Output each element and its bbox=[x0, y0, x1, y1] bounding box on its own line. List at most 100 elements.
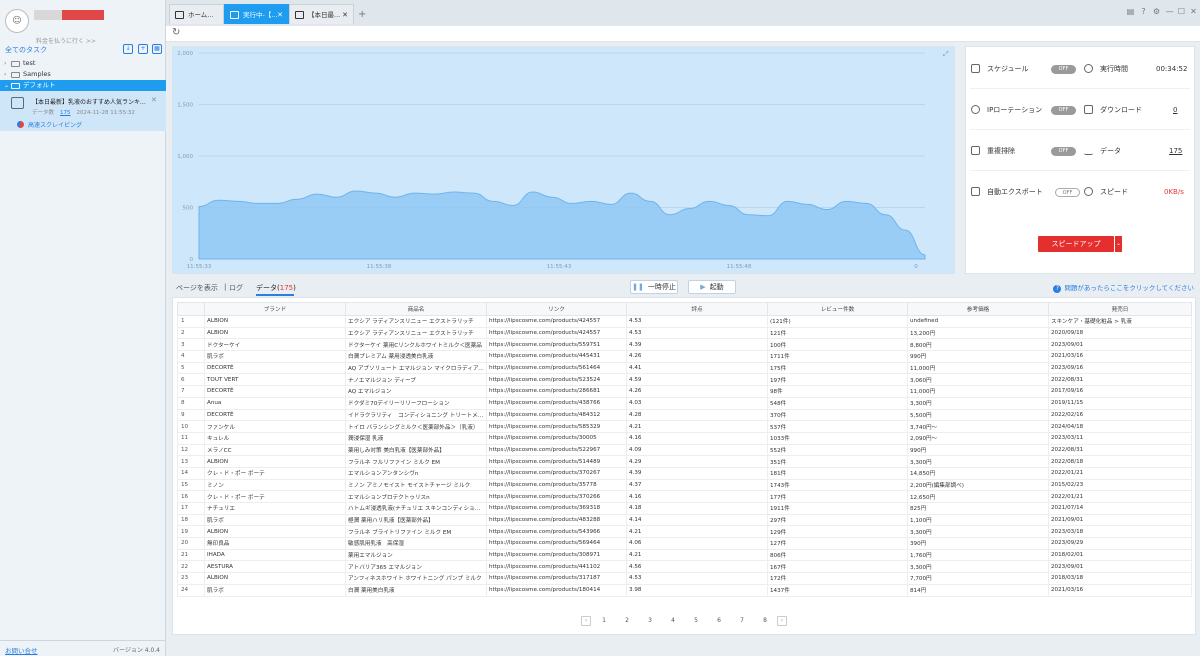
table-row[interactable]: 20 無印良品 敏感肌用乳液 高保湿 https://lipscosme.com/pr… bbox=[177, 537, 1192, 550]
save-icon[interactable]: ▤ bbox=[1126, 7, 1135, 16]
tab-running[interactable]: 実行中-【... ✕ bbox=[224, 4, 289, 24]
minimize-icon[interactable]: — bbox=[1165, 7, 1174, 16]
folder-label: test bbox=[23, 59, 36, 67]
table-cell: エマルションアンタンシヴn bbox=[345, 466, 487, 480]
robot-icon bbox=[11, 97, 24, 109]
table-row[interactable]: 17 ナチュリエ ハトムギ浸透乳液(ナチュリエ スキンコンディショニング https:… bbox=[177, 502, 1192, 515]
prev-page-button[interactable]: ‹ bbox=[581, 616, 591, 626]
table-row[interactable]: 23 ALBION アンフィネスホワイト ホワイトニング パンプ ミルク https:… bbox=[177, 572, 1192, 585]
column-header[interactable]: 評点 bbox=[626, 302, 768, 316]
grid-icon[interactable]: ▦ bbox=[152, 44, 162, 54]
table-row[interactable]: 2 ALBION エクシア ラディアンスリニュー エクストラリッチ https://l… bbox=[177, 326, 1192, 340]
page-3[interactable]: 3 bbox=[645, 616, 655, 626]
task-card[interactable]: 【本日最新】乳液のおすすめ人気ランキング ✕ データ数 175 2024-11-28… bbox=[0, 91, 166, 131]
help-icon[interactable]: ? bbox=[1139, 7, 1148, 16]
folder-default[interactable]: ⌄ デフォルト bbox=[0, 80, 166, 91]
table-row[interactable]: 8 Anua ドクダミ70デイリーリリーフローション https://lipscosm… bbox=[177, 396, 1192, 410]
start-button[interactable]: ▶ 起動 bbox=[688, 280, 736, 294]
table-cell: https://lipscosme.com/products/370267 bbox=[486, 466, 627, 480]
close-icon[interactable]: ✕ bbox=[277, 5, 283, 24]
table-cell: 2017/09/16 bbox=[1048, 385, 1192, 398]
folder-test[interactable]: › test bbox=[0, 58, 166, 69]
table-row[interactable]: 24 肌ラボ 白潤 薬用美白乳液 https://lipscosme.com/prod… bbox=[177, 583, 1192, 597]
table-cell: https://lipscosme.com/products/484312 bbox=[486, 408, 627, 422]
page-5[interactable]: 5 bbox=[691, 616, 701, 626]
speed-up-button[interactable]: スピードアップ bbox=[1038, 236, 1114, 252]
data-value[interactable]: 175 bbox=[1169, 144, 1182, 158]
column-header[interactable]: 参考価格 bbox=[907, 302, 1049, 316]
tab-task[interactable]: 【本日最... ✕ bbox=[289, 4, 354, 24]
table-row[interactable]: 9 DECORTÉ イドラクラリティ コンディショニング トリートメント https:… bbox=[177, 408, 1192, 422]
table-row[interactable]: 16 クレ・ド・ポー ボーテ エマルションプロテクトゥリスn https://lips… bbox=[177, 490, 1192, 503]
table-row[interactable]: 10 ファンケル トイロ バランシングミルク＜医薬部外品＞（乳液） https://l… bbox=[177, 420, 1192, 433]
page-2[interactable]: 2 bbox=[622, 616, 632, 626]
pause-button[interactable]: ❚❚ 一時停止 bbox=[630, 280, 678, 294]
tab-log[interactable]: ログ bbox=[229, 283, 243, 293]
tab-data[interactable]: データ(175) bbox=[256, 283, 296, 293]
table-row[interactable]: 21 IHADA 薬用エマルジョン https://lipscosme.com/pro… bbox=[177, 548, 1192, 562]
refresh-icon[interactable]: ↻ bbox=[172, 27, 180, 38]
table-row[interactable]: 22 AESTURA アトバリア365 エマルジョン https://lipscosm… bbox=[177, 560, 1192, 574]
table-cell: 12,650円 bbox=[907, 490, 1049, 503]
table-cell: 1437件 bbox=[767, 583, 908, 597]
table-row[interactable]: 7 DECORTÉ AQ エマルジョン https://lipscosme.com/p… bbox=[177, 385, 1192, 398]
column-header-index[interactable] bbox=[177, 302, 205, 316]
page-4[interactable]: 4 bbox=[668, 616, 678, 626]
all-tasks-label[interactable]: 全てのタスク bbox=[5, 45, 47, 55]
tab-page-view[interactable]: ページを表示 bbox=[176, 283, 218, 293]
gear-icon[interactable]: ⚙ bbox=[1152, 7, 1161, 16]
schedule-toggle[interactable]: OFF bbox=[1051, 65, 1076, 74]
ip-rotation-toggle[interactable]: OFF bbox=[1051, 106, 1076, 115]
table-cell: エクシア ラディアンスリニュー エクストラリッチ bbox=[345, 315, 487, 328]
column-header[interactable]: 商品名 bbox=[345, 302, 487, 316]
table-cell: https://lipscosme.com/products/180414 bbox=[486, 583, 627, 597]
tab-home[interactable]: ホーム... bbox=[169, 4, 224, 24]
import-icon[interactable]: ↓ bbox=[123, 44, 133, 54]
download-value[interactable]: 0 bbox=[1173, 103, 1177, 117]
page-1[interactable]: 1 bbox=[599, 616, 609, 626]
close-window-icon[interactable]: ✕ bbox=[1189, 7, 1198, 16]
page-7[interactable]: 7 bbox=[737, 616, 747, 626]
close-icon[interactable]: ✕ bbox=[342, 5, 348, 24]
add-tab-icon[interactable]: + bbox=[358, 9, 366, 20]
dedupe-toggle[interactable]: OFF bbox=[1051, 147, 1076, 156]
new-task-icon[interactable]: + bbox=[138, 44, 148, 54]
task-icon bbox=[295, 11, 304, 19]
table-row[interactable]: 13 ALBION フラルネ フルリファイン ミルク EM https://lipsc… bbox=[177, 455, 1192, 468]
close-icon[interactable]: ✕ bbox=[151, 96, 157, 104]
table-row[interactable]: 14 クレ・ド・ポー ボーテ エマルションアンタンシヴn https://lipsco… bbox=[177, 466, 1192, 480]
table-row[interactable]: 12 メラノCC 薬用しみ対策 美白乳液【医薬部外品】 https://lipscos… bbox=[177, 443, 1192, 457]
column-header[interactable]: レビュー件数 bbox=[767, 302, 908, 316]
expand-icon[interactable]: ⤢ bbox=[943, 50, 949, 59]
data-count-link[interactable]: 175 bbox=[60, 110, 71, 116]
table-row[interactable]: 11 キュレル 潤浸保湿 乳液 https://lipscosme.com/produ… bbox=[177, 431, 1192, 445]
column-header[interactable]: ブランド bbox=[204, 302, 346, 316]
help-link[interactable]: ? 問題があったらここをクリックしてください bbox=[1053, 282, 1194, 293]
chevron-down-icon[interactable]: ⌄ bbox=[1114, 236, 1122, 252]
page-6[interactable]: 6 bbox=[714, 616, 724, 626]
task-title: 【本日最新】乳液のおすすめ人気ランキング bbox=[32, 99, 147, 106]
table-row[interactable]: 4 肌ラボ 白潤プレミアム 薬用浸透美白乳液 https://lipscosme.co… bbox=[177, 350, 1192, 363]
table-row[interactable]: 3 ドクターケイ ドクターケイ 薬用Cリンクルホワイトミルク＜医薬品 https://… bbox=[177, 338, 1192, 352]
table-row[interactable]: 5 DECORTÉ AQ アブソリュート エマルジョン マイクロラディアンス http… bbox=[177, 361, 1192, 375]
auto-export-toggle[interactable]: OFF bbox=[1055, 188, 1080, 197]
table-row[interactable]: 18 肌ラボ 極潤 薬用ハリ乳液【医薬部外品】 https://lipscosme.c… bbox=[177, 513, 1192, 527]
stat-label: ダウンロード bbox=[1100, 106, 1142, 114]
page-8[interactable]: 8 bbox=[760, 616, 770, 626]
table-row[interactable]: 1 ALBION エクシア ラディアンスリニュー エクストラリッチ https://l… bbox=[177, 315, 1192, 328]
stat-schedule: スケジュール OFF bbox=[971, 62, 1081, 76]
table-cell: 敏感肌用乳液 高保湿 bbox=[345, 537, 487, 550]
next-page-button[interactable]: › bbox=[777, 616, 787, 626]
avatar[interactable]: ☺ bbox=[5, 9, 29, 33]
folder-samples[interactable]: › Samples bbox=[0, 69, 166, 80]
table-row[interactable]: 6 TOUT VERT ナノエマルジョン ディープ https://lipscosme… bbox=[177, 373, 1192, 387]
column-header[interactable]: リンク bbox=[486, 302, 627, 316]
table-row[interactable]: 19 ALBION フラルネ ブライトリファイン ミルク EM https://lip… bbox=[177, 525, 1192, 539]
maximize-icon[interactable]: ☐ bbox=[1177, 7, 1186, 16]
table-row[interactable]: 15 ミノン ミノン アミノモイスト モイストチャージ ミルク https://lip… bbox=[177, 478, 1192, 492]
row-index: 9 bbox=[177, 408, 205, 422]
column-header[interactable]: 発売日 bbox=[1048, 302, 1192, 316]
stat-ip-rotation: IPローテーション OFF bbox=[971, 103, 1081, 117]
table-cell: フラルネ ブライトリファイン ミルク EM bbox=[345, 525, 487, 539]
contact-link[interactable]: お問い合せ bbox=[5, 645, 38, 655]
